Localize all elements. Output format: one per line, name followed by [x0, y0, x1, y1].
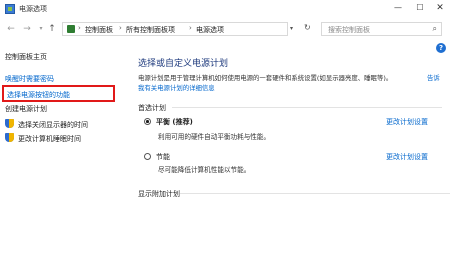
close-button[interactable]: ✕: [430, 0, 450, 16]
refresh-icon[interactable]: ↻: [304, 23, 311, 32]
power-options-icon: [5, 4, 15, 14]
control-panel-icon: [67, 25, 75, 33]
control-panel-home-link[interactable]: 控制面板主页: [5, 52, 47, 62]
search-input[interactable]: 搜索控制面板: [328, 25, 370, 35]
power-saver-plan-description: 尽可能降低计算机性能以节能。: [158, 166, 251, 174]
page-description: 电源计划是用于管理计算机如何使用电源的一套硬件和系统设置(如显示器亮度、睡眠等)…: [138, 74, 393, 82]
section-divider: [172, 107, 442, 108]
learn-more-link-part1[interactable]: 告诉: [427, 73, 440, 82]
address-bar[interactable]: › 控制面板 › 所有控制面板项 › 电源选项: [62, 22, 288, 36]
search-box[interactable]: 搜索控制面板 ⌕: [321, 22, 442, 36]
highlighted-power-button-link[interactable]: 选择电源按钮的功能: [2, 85, 115, 102]
create-power-plan-link[interactable]: 创建电源计划: [5, 104, 47, 114]
breadcrumb-separator: ›: [119, 24, 122, 32]
turn-off-display-link[interactable]: 选择关闭显示器的时间: [18, 120, 88, 130]
address-dropdown-icon[interactable]: ▾: [290, 25, 293, 32]
choose-power-button-link[interactable]: 选择电源按钮的功能: [7, 90, 70, 100]
learn-more-link[interactable]: 我有关电源计划的详细信息: [138, 83, 215, 92]
power-saver-plan-name[interactable]: 节能: [156, 152, 170, 162]
change-sleep-link[interactable]: 更改计算机睡眠时间: [18, 134, 81, 144]
change-balanced-plan-link[interactable]: 更改计划设置: [386, 117, 428, 127]
maximize-button[interactable]: ☐: [410, 0, 430, 16]
left-navigation-pane: 控制面板主页 唤醒时需要密码 选择电源按钮的功能 创建电源计划 选择关闭显示器的…: [0, 40, 128, 277]
breadcrumb-power-options[interactable]: 电源选项: [196, 25, 224, 35]
balanced-plan-description: 利用可用的硬件自动平衡功耗与性能。: [158, 133, 271, 141]
show-additional-plans-label[interactable]: 显示附加计划: [138, 189, 180, 199]
preferred-plans-label: 首选计划: [138, 104, 166, 112]
search-icon[interactable]: ⌕: [433, 24, 437, 34]
back-arrow-icon[interactable]: ←: [5, 22, 17, 36]
breadcrumb-control-panel[interactable]: 控制面板: [85, 25, 113, 35]
section-divider: [180, 193, 450, 194]
shield-icon: [5, 119, 14, 128]
window-title: 电源选项: [19, 5, 47, 13]
change-power-saver-plan-link[interactable]: 更改计划设置: [386, 152, 428, 162]
help-icon[interactable]: ?: [436, 43, 446, 53]
up-arrow-icon[interactable]: ↑: [46, 22, 58, 36]
balanced-plan-radio[interactable]: [144, 118, 151, 125]
breadcrumb-separator: ›: [78, 24, 81, 32]
title-bar: 电源选项 — ☐ ✕: [0, 0, 450, 19]
power-saver-plan-radio[interactable]: [144, 153, 151, 160]
forward-arrow-icon[interactable]: →: [21, 22, 33, 36]
page-title: 选择或自定义电源计划: [138, 59, 229, 69]
breadcrumb-all-items[interactable]: 所有控制面板项: [126, 25, 175, 35]
navigation-bar: ← → ▾ ↑ › 控制面板 › 所有控制面板项 › 电源选项 ▾ ↻ 搜索控制…: [0, 18, 450, 40]
balanced-plan-name[interactable]: 平衡 (推荐): [156, 117, 193, 127]
shield-icon: [5, 133, 14, 142]
breadcrumb-separator: ›: [189, 24, 192, 32]
minimize-button[interactable]: —: [388, 0, 408, 16]
require-password-link[interactable]: 唤醒时需要密码: [5, 74, 54, 84]
